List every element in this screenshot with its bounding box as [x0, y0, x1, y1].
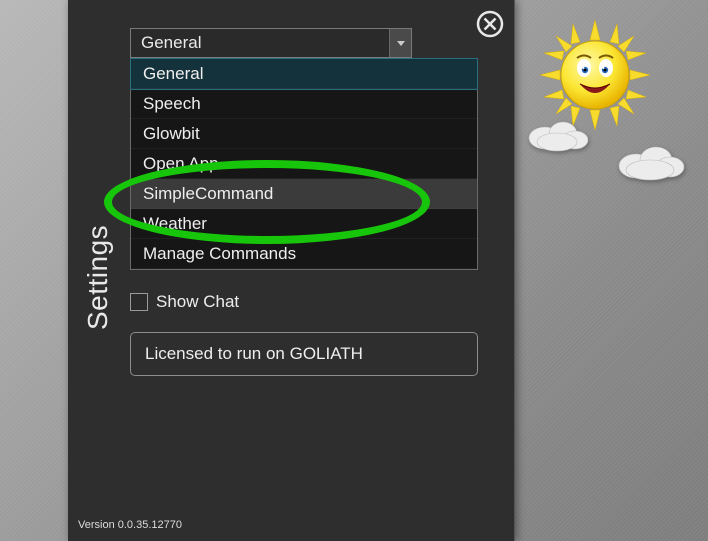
close-button[interactable] [476, 10, 504, 38]
close-icon [476, 10, 504, 38]
dropdown-item-weather[interactable]: Weather [131, 209, 477, 239]
license-text: Licensed to run on GOLIATH [145, 344, 363, 364]
dropdown-item-speech[interactable]: Speech [131, 89, 477, 119]
cloud-icon [523, 114, 593, 154]
dropdown-item-glowbit[interactable]: Glowbit [131, 119, 477, 149]
dropdown-item-open-app[interactable]: Open App [131, 149, 477, 179]
dropdown-item-general[interactable]: General [131, 59, 477, 89]
dropdown-item-simplecommand[interactable]: SimpleCommand [131, 179, 477, 209]
dropdown-item-label: Weather [143, 214, 207, 234]
category-dropdown-value: General [141, 33, 201, 53]
show-chat-row: Show Chat [130, 292, 239, 312]
dropdown-item-label: SimpleCommand [143, 184, 273, 204]
show-chat-checkbox[interactable] [130, 293, 148, 311]
dropdown-item-label: Manage Commands [143, 244, 296, 264]
dropdown-item-manage-commands[interactable]: Manage Commands [131, 239, 477, 269]
category-dropdown[interactable]: General [130, 28, 412, 58]
chevron-down-icon [389, 29, 411, 57]
dropdown-item-label: Speech [143, 94, 201, 114]
dropdown-item-label: Glowbit [143, 124, 200, 144]
category-dropdown-list: General Speech Glowbit Open App SimpleCo… [130, 58, 478, 270]
version-text: Version 0.0.35.12770 [78, 519, 182, 531]
panel-title: Settings [82, 225, 114, 330]
show-chat-label: Show Chat [156, 292, 239, 312]
cloud-icon [612, 140, 690, 182]
settings-panel: Settings General General Speech Glowbit … [68, 0, 515, 541]
license-box: Licensed to run on GOLIATH [130, 332, 478, 376]
dropdown-item-label: Open App [143, 154, 219, 174]
dropdown-item-label: General [143, 64, 203, 84]
